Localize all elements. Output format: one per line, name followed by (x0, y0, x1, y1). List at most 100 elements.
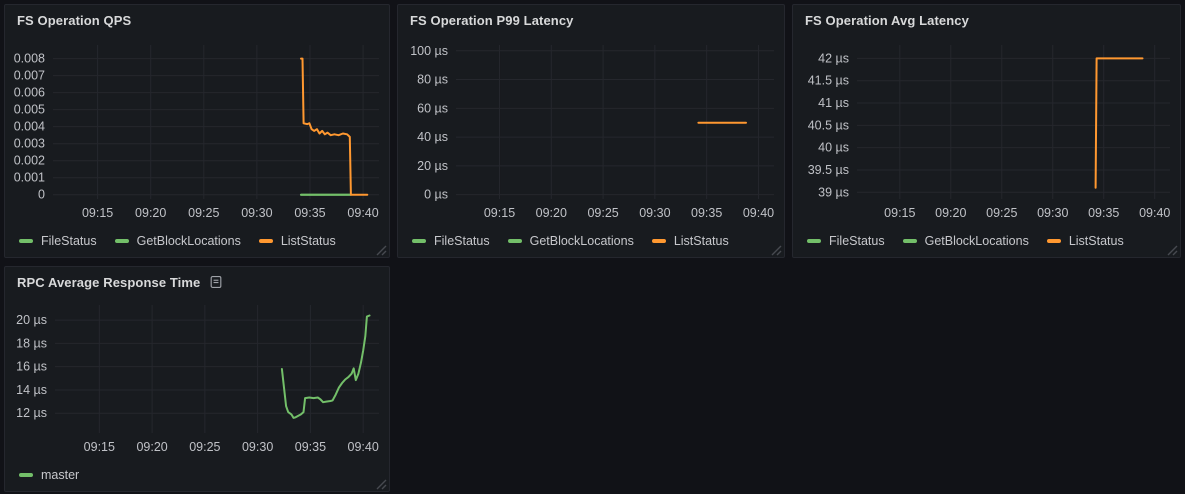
svg-text:09:25: 09:25 (189, 440, 220, 454)
rpc-response-time-chart-plot[interactable]: 12 µs14 µs16 µs18 µs20 µs09:1509:2009:25… (5, 297, 389, 459)
svg-text:0.006: 0.006 (14, 86, 45, 100)
svg-text:09:20: 09:20 (935, 206, 966, 220)
svg-text:0.001: 0.001 (14, 171, 45, 185)
svg-text:09:35: 09:35 (691, 206, 722, 220)
legend-swatch (115, 239, 129, 243)
legend-label: FileStatus (41, 234, 97, 248)
panel-fs-operation-qps: FS Operation QPS 0 0.001 0.002 0.003 0.004 0.… (4, 4, 390, 258)
svg-text:09:15: 09:15 (84, 440, 115, 454)
svg-text:09:40: 09:40 (743, 206, 774, 220)
grafana-dashboard: FS Operation QPS 0 0.001 0.002 0.003 0.004 0.… (0, 0, 1185, 494)
svg-text:0.003: 0.003 (14, 137, 45, 151)
svg-text:09:15: 09:15 (82, 206, 113, 220)
legend-swatch (19, 239, 33, 243)
legend-item-getblocklocations[interactable]: GetBlockLocations (508, 234, 634, 248)
panel-rpc-average-response-time: RPC Average Response Time 12 µs14 µs16 µ… (4, 266, 390, 492)
svg-text:09:25: 09:25 (986, 206, 1017, 220)
legend-label: ListStatus (674, 234, 729, 248)
chart-svg: 0 0.001 0.002 0.003 0.004 0.005 0.006 0.007 0.00… (5, 35, 389, 225)
svg-text:0.004: 0.004 (14, 120, 45, 134)
svg-text:20 µs: 20 µs (16, 313, 47, 327)
svg-text:40 µs: 40 µs (417, 130, 448, 144)
panel-title: FS Operation QPS (17, 13, 131, 28)
svg-text:09:25: 09:25 (188, 206, 219, 220)
svg-text:09:35: 09:35 (1088, 206, 1119, 220)
svg-text:09:30: 09:30 (242, 440, 273, 454)
legend-item-liststatus[interactable]: ListStatus (1047, 234, 1124, 248)
legend-item-filestatus[interactable]: FileStatus (19, 234, 97, 248)
chart-svg: 0 µs20 µs40 µs60 µs80 µs100 µs09:1509:20… (398, 35, 784, 225)
svg-text:80 µs: 80 µs (417, 73, 448, 87)
panel-fs-operation-p99-latency: FS Operation P99 Latency 0 µs20 µs40 µs6… (397, 4, 785, 258)
svg-text:09:40: 09:40 (347, 206, 378, 220)
legend: FileStatus GetBlockLocations ListStatus (793, 225, 1180, 257)
legend-swatch (259, 239, 273, 243)
legend-swatch (508, 239, 522, 243)
svg-text:100 µs: 100 µs (410, 44, 448, 58)
svg-text:60 µs: 60 µs (417, 101, 448, 115)
resize-handle[interactable] (375, 243, 387, 255)
svg-text:09:30: 09:30 (639, 206, 670, 220)
legend-label: ListStatus (1069, 234, 1124, 248)
qps-chart-plot[interactable]: 0 0.001 0.002 0.003 0.004 0.005 0.006 0.007 0.00… (5, 35, 389, 225)
legend-swatch (19, 473, 33, 477)
legend-swatch (903, 239, 917, 243)
svg-text:41.5 µs: 41.5 µs (808, 74, 849, 88)
legend-item-filestatus[interactable]: FileStatus (807, 234, 885, 248)
resize-handle[interactable] (1166, 243, 1178, 255)
legend-swatch (807, 239, 821, 243)
svg-text:0.005: 0.005 (14, 103, 45, 117)
svg-text:16 µs: 16 µs (16, 360, 47, 374)
svg-text:39.5 µs: 39.5 µs (808, 163, 849, 177)
legend-item-liststatus[interactable]: ListStatus (259, 234, 336, 248)
legend-swatch (412, 239, 426, 243)
svg-text:09:35: 09:35 (294, 206, 325, 220)
svg-text:0.008: 0.008 (14, 52, 45, 66)
legend: master (5, 459, 389, 491)
p99-latency-chart-plot[interactable]: 0 µs20 µs40 µs60 µs80 µs100 µs09:1509:20… (398, 35, 784, 225)
legend-label: GetBlockLocations (137, 234, 241, 248)
legend-label: master (41, 468, 79, 482)
legend-item-liststatus[interactable]: ListStatus (652, 234, 729, 248)
chart-svg: 39 µs 39.5 µs 40 µs 40.5 µs 41 µs 41.5 µs 42 µ… (793, 35, 1180, 225)
legend-label: ListStatus (281, 234, 336, 248)
avg-latency-chart-plot[interactable]: 39 µs 39.5 µs 40 µs 40.5 µs 41 µs 41.5 µs 42 µ… (793, 35, 1180, 225)
svg-text:0.007: 0.007 (14, 69, 45, 83)
svg-text:0.002: 0.002 (14, 154, 45, 168)
legend-item-master[interactable]: master (19, 468, 79, 482)
svg-text:09:30: 09:30 (241, 206, 272, 220)
panel-title: FS Operation P99 Latency (410, 13, 574, 28)
legend-label: GetBlockLocations (925, 234, 1029, 248)
panel-header[interactable]: FS Operation QPS (5, 5, 389, 35)
legend-item-getblocklocations[interactable]: GetBlockLocations (903, 234, 1029, 248)
svg-text:09:15: 09:15 (484, 206, 515, 220)
svg-text:09:20: 09:20 (135, 206, 166, 220)
svg-text:09:20: 09:20 (536, 206, 567, 220)
svg-text:12 µs: 12 µs (16, 406, 47, 420)
panel-description-icon[interactable] (209, 275, 223, 289)
svg-text:42 µs: 42 µs (818, 51, 849, 65)
svg-text:09:20: 09:20 (136, 440, 167, 454)
panel-header[interactable]: FS Operation P99 Latency (398, 5, 784, 35)
svg-text:09:35: 09:35 (295, 440, 326, 454)
legend-label: FileStatus (434, 234, 490, 248)
legend-item-filestatus[interactable]: FileStatus (412, 234, 490, 248)
chart-svg: 12 µs14 µs16 µs18 µs20 µs09:1509:2009:25… (5, 297, 389, 459)
svg-text:09:40: 09:40 (348, 440, 379, 454)
resize-handle[interactable] (375, 477, 387, 489)
panel-fs-operation-avg-latency: FS Operation Avg Latency 39 µs 39.5 µs 40 … (792, 4, 1181, 258)
svg-text:40.5 µs: 40.5 µs (808, 118, 849, 132)
svg-text:20 µs: 20 µs (417, 159, 448, 173)
panel-header[interactable]: RPC Average Response Time (5, 267, 389, 297)
svg-text:41 µs: 41 µs (818, 96, 849, 110)
legend-item-getblocklocations[interactable]: GetBlockLocations (115, 234, 241, 248)
svg-text:40 µs: 40 µs (818, 141, 849, 155)
svg-text:09:15: 09:15 (884, 206, 915, 220)
panel-title: FS Operation Avg Latency (805, 13, 969, 28)
svg-text:0: 0 (38, 188, 45, 202)
resize-handle[interactable] (770, 243, 782, 255)
panel-header[interactable]: FS Operation Avg Latency (793, 5, 1180, 35)
svg-text:39 µs: 39 µs (818, 185, 849, 199)
svg-text:09:40: 09:40 (1139, 206, 1170, 220)
legend-label: FileStatus (829, 234, 885, 248)
